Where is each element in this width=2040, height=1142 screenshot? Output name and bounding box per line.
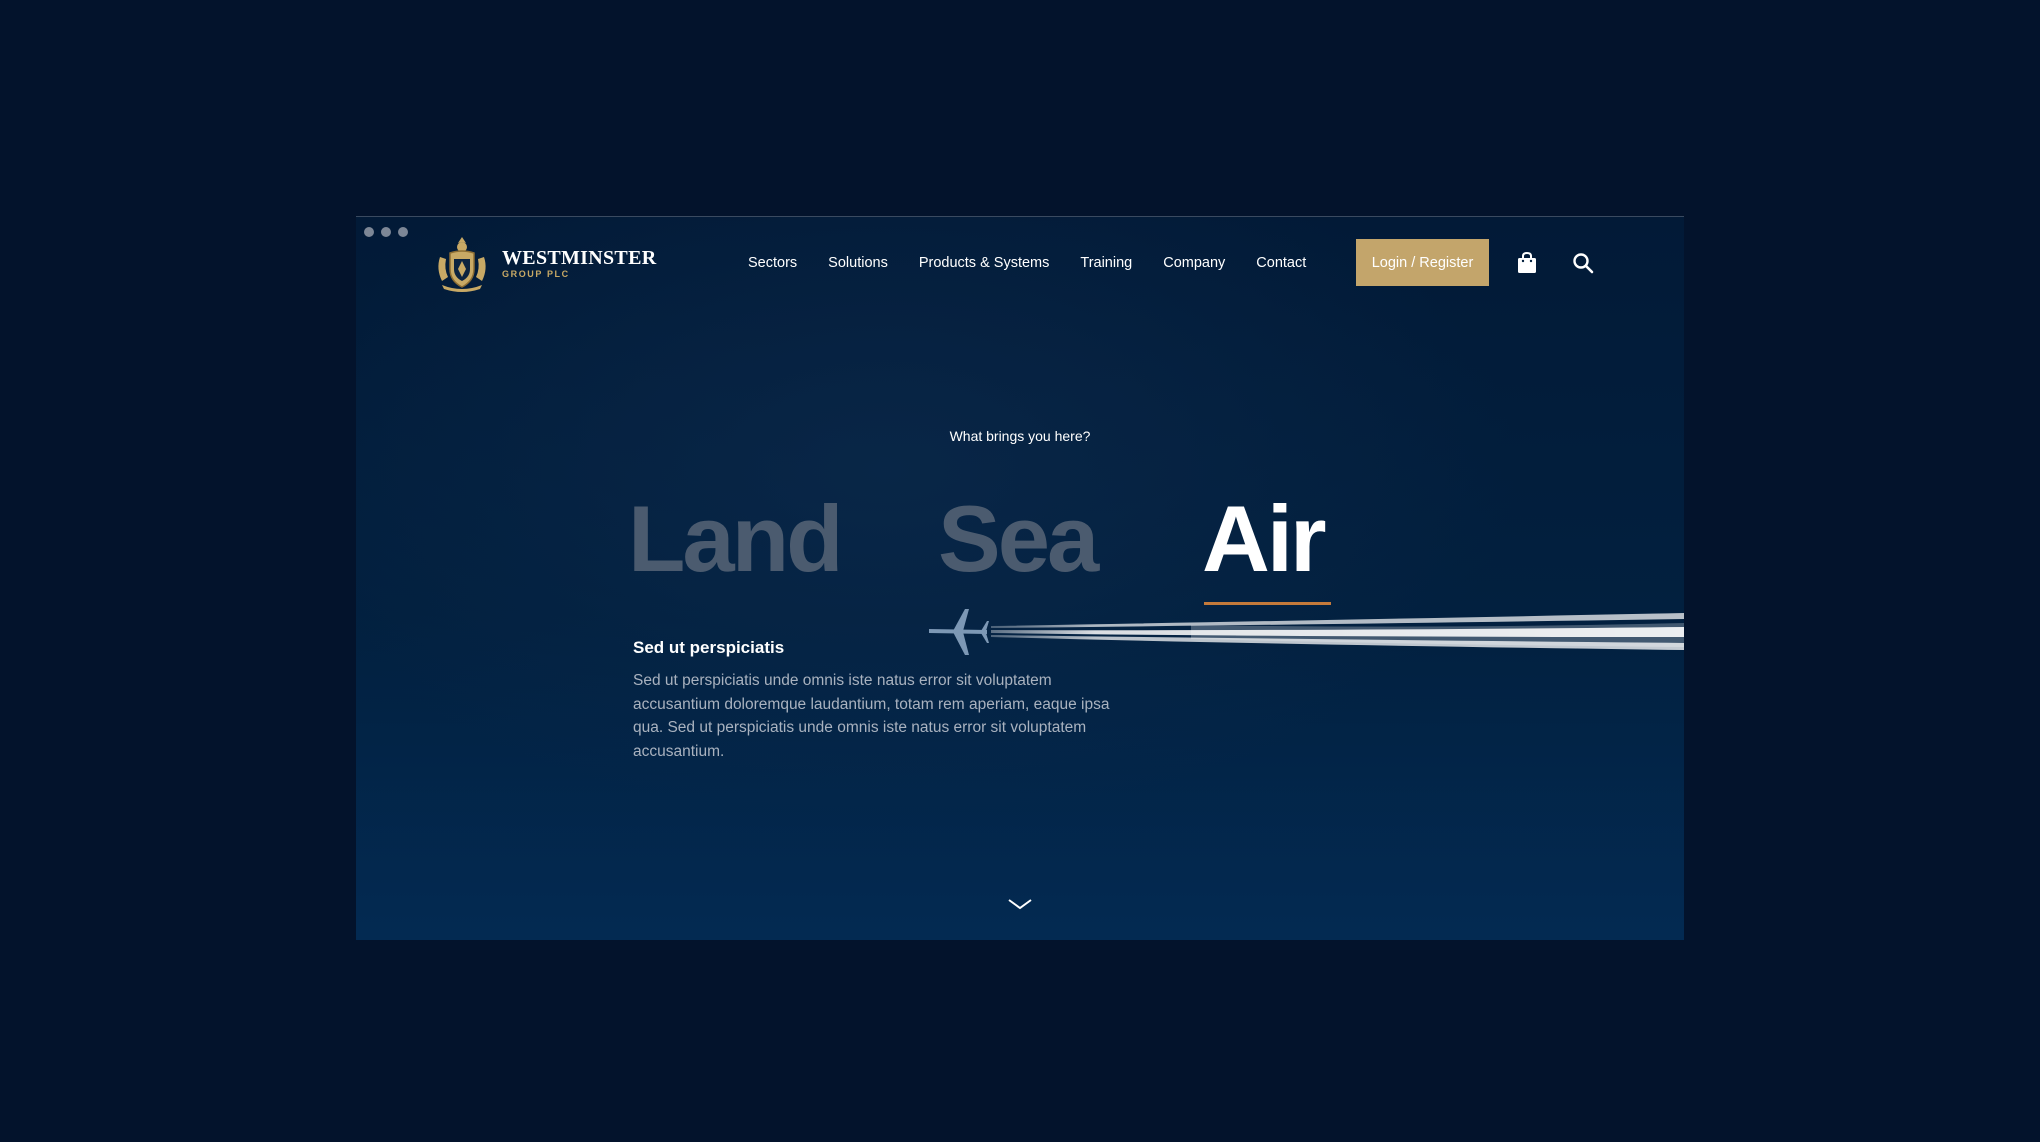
nav-item-products-systems[interactable]: Products & Systems: [919, 255, 1050, 271]
shopping-bag-icon[interactable]: [1516, 251, 1538, 280]
nav-item-contact[interactable]: Contact: [1256, 255, 1306, 271]
main-nav: Sectors Solutions Products & Systems Tra…: [748, 255, 1306, 271]
nav-item-sectors[interactable]: Sectors: [748, 255, 797, 271]
content-title: Sed ut perspiciatis: [633, 638, 785, 657]
login-register-button[interactable]: Login / Register: [1356, 239, 1489, 286]
nav-item-solutions[interactable]: Solutions: [828, 255, 888, 271]
crest-icon: [432, 233, 492, 293]
site-logo[interactable]: WESTMINSTER GROUP PLC: [432, 233, 656, 293]
content-body: Sed ut perspiciatis unde omnis iste natu…: [633, 672, 1110, 760]
tab-land[interactable]: Land: [628, 489, 844, 589]
hero-prompt: What brings you here?: [949, 428, 1091, 444]
chevron-down-icon[interactable]: [1007, 897, 1033, 916]
nav-item-company[interactable]: Company: [1163, 255, 1225, 271]
window-dot[interactable]: [398, 227, 408, 237]
airplane-contrail-image: [891, 603, 1684, 668]
window-dot[interactable]: [364, 227, 374, 237]
search-icon[interactable]: [1572, 252, 1594, 279]
window-dot[interactable]: [381, 227, 391, 237]
tab-air[interactable]: Air: [1202, 489, 1327, 589]
tab-sea[interactable]: Sea: [938, 489, 1099, 589]
window-controls: [364, 227, 408, 237]
brand-name: WESTMINSTER: [502, 246, 657, 269]
brand-subtitle: GROUP PLC: [502, 268, 570, 279]
browser-frame: WESTMINSTER GROUP PLC Sectors Solutions …: [356, 216, 1684, 940]
nav-item-training[interactable]: Training: [1080, 255, 1132, 271]
